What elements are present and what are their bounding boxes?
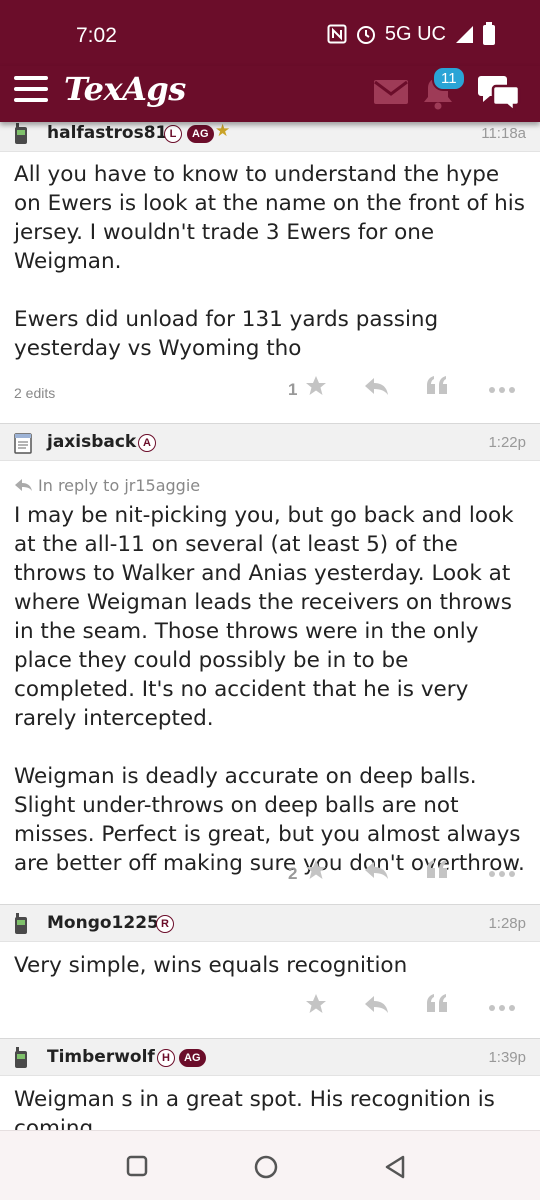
more-icon[interactable] <box>488 998 516 1017</box>
reply-icon[interactable] <box>364 858 390 886</box>
post-body: Very simple, wins equals recognition <box>14 951 528 980</box>
phone-icon <box>14 913 28 939</box>
reply-icon[interactable] <box>364 374 390 402</box>
phone-icon <box>14 1047 28 1073</box>
app-header: TexAgs 11 <box>0 66 540 122</box>
post-body: All you have to know to understand the h… <box>14 160 528 363</box>
status-time: 7:02 <box>76 24 117 47</box>
nav-home-icon[interactable] <box>254 1155 278 1183</box>
post-username[interactable]: Mongo1225 <box>47 913 159 933</box>
site-logo[interactable]: TexAgs <box>64 70 186 108</box>
system-nav-bar <box>0 1130 540 1200</box>
more-icon[interactable] <box>488 864 516 883</box>
status-bar: 7:02 5G UC <box>0 0 540 66</box>
notepad-icon <box>14 432 32 458</box>
phone-icon <box>14 123 28 149</box>
hamburger-icon[interactable] <box>14 76 48 102</box>
signal-icon <box>454 24 474 44</box>
nav-recents-icon[interactable] <box>126 1155 148 1181</box>
post-header: Timberwolf H AG 1:39p <box>0 1038 540 1076</box>
star-icon[interactable] <box>304 858 328 886</box>
more-icon[interactable] <box>488 380 516 399</box>
user-badge: AG <box>179 1049 206 1067</box>
reply-to-text: In reply to jr15aggie <box>38 476 201 495</box>
post-actions: 2 <box>0 858 540 888</box>
post-body: I may be nit-picking you, but go back an… <box>14 501 528 878</box>
reply-icon[interactable] <box>364 992 390 1020</box>
nav-back-icon[interactable] <box>384 1155 406 1183</box>
user-star-icon: ★ <box>215 121 231 141</box>
post-actions <box>0 992 540 1022</box>
post-actions: 1 <box>0 374 540 404</box>
quote-icon[interactable] <box>426 374 448 400</box>
star-count: 2 <box>288 864 298 883</box>
post-time: 1:22p <box>488 434 526 451</box>
post-time: 1:28p <box>488 915 526 932</box>
post-time: 1:39p <box>488 1049 526 1066</box>
star-icon[interactable] <box>304 374 328 402</box>
mail-icon[interactable] <box>374 80 408 108</box>
nfc-icon <box>327 24 347 44</box>
star-icon[interactable] <box>304 992 328 1020</box>
post-paragraph: All you have to know to understand the h… <box>14 162 525 274</box>
user-badge: A <box>138 434 156 452</box>
user-badge: AG <box>187 125 214 143</box>
alarm-icon <box>355 23 377 45</box>
post-header: jaxisback A 1:22p <box>0 423 540 461</box>
star-count: 1 <box>288 380 298 399</box>
quote-icon[interactable] <box>426 992 448 1018</box>
post-username[interactable]: Timberwolf <box>47 1047 155 1067</box>
notification-badge[interactable]: 11 <box>432 66 466 91</box>
post-paragraph: Very simple, wins equals recognition <box>14 953 408 978</box>
post-paragraph: I may be nit-picking you, but go back an… <box>14 503 514 731</box>
user-badge: L <box>164 125 182 143</box>
network-label: 5G UC <box>384 22 446 45</box>
post-paragraph: Weigman s in a great spot. His recogniti… <box>14 1087 495 1130</box>
quote-icon[interactable] <box>426 858 448 884</box>
user-badge: R <box>156 915 174 933</box>
reply-to-icon <box>14 477 34 497</box>
battery-icon <box>482 22 496 46</box>
status-icons: 5G UC <box>327 22 496 46</box>
user-badge: H <box>157 1049 175 1067</box>
post-time: 11:18a <box>481 125 526 142</box>
post-paragraph: Ewers did unload for 131 yards passing y… <box>14 307 439 361</box>
post-username[interactable]: halfastros81 <box>47 123 167 143</box>
post-username[interactable]: jaxisback <box>47 432 136 452</box>
reply-to-link[interactable]: In reply to jr15aggie <box>14 476 200 497</box>
post-header: Mongo1225 R 1:28p <box>0 904 540 942</box>
post-body: Weigman s in a great spot. His recogniti… <box>14 1085 528 1130</box>
chat-icon[interactable] <box>476 72 522 116</box>
